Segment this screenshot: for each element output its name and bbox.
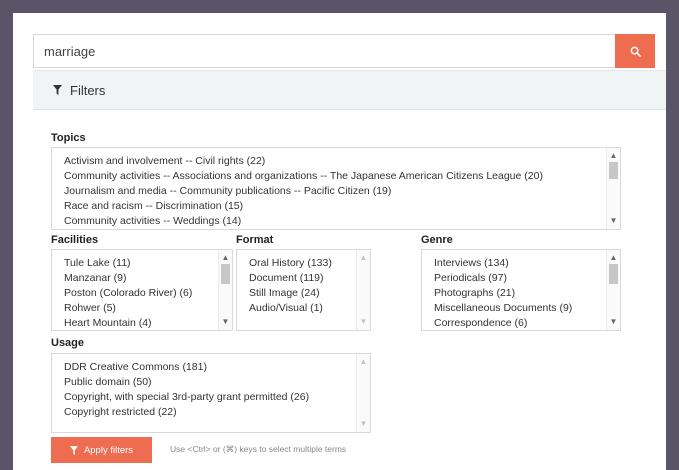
scrollbar-thumb[interactable] — [221, 264, 230, 284]
usage-option[interactable]: Public domain (50) — [64, 375, 370, 390]
genre-label: Genre — [421, 234, 453, 246]
search-icon — [630, 46, 641, 57]
genre-option[interactable]: Correspondence (6) — [434, 316, 620, 330]
multi-select-hint: Use <Ctrl> or (⌘) keys to select multipl… — [170, 444, 347, 454]
scroll-up-icon: ▲ — [359, 253, 368, 262]
usage-label: Usage — [51, 337, 85, 349]
filter-icon — [69, 445, 78, 455]
apply-filters-label: Apply filters — [83, 444, 134, 456]
genre-option[interactable]: Periodicals (97) — [434, 271, 620, 286]
scroll-up-icon[interactable]: ▲ — [607, 252, 620, 264]
scroll-up-icon[interactable]: ▲ — [607, 150, 620, 162]
scroll-down-icon: ▼ — [359, 317, 368, 326]
topics-label: Topics — [51, 132, 86, 144]
scroll-down-icon[interactable]: ▼ — [607, 316, 620, 328]
genre-option[interactable]: Miscellaneous Documents (9) — [434, 301, 620, 316]
filters-title: Filters — [70, 82, 106, 98]
usage-select[interactable]: DDR Creative Commons (181) Public domain… — [51, 353, 371, 433]
topics-select[interactable]: Activism and involvement -- Civil rights… — [51, 147, 621, 230]
usage-scrollbar: ▲ ▼ — [356, 354, 370, 432]
facilities-option[interactable]: Rohwer (5) — [64, 301, 232, 316]
format-option[interactable]: Still Image (24) — [249, 286, 370, 301]
genre-option[interactable]: Interviews (134) — [434, 256, 620, 271]
format-select[interactable]: Oral History (133) Document (119) Still … — [236, 249, 371, 331]
scroll-down-icon[interactable]: ▼ — [607, 215, 620, 227]
topics-option[interactable]: Race and racism -- Discrimination (15) — [64, 199, 620, 214]
format-option[interactable]: Oral History (133) — [249, 256, 370, 271]
genre-option[interactable]: Photographs (21) — [434, 286, 620, 301]
search-input[interactable] — [33, 34, 615, 68]
format-scrollbar: ▲ ▼ — [356, 250, 370, 330]
facilities-option[interactable]: Poston (Colorado River) (6) — [64, 286, 232, 301]
usage-option[interactable]: Copyright, with special 3rd-party grant … — [64, 390, 370, 405]
topics-option[interactable]: Community activities -- Weddings (14) — [64, 214, 620, 229]
search-panel: Filters Topics Activism and involvement … — [13, 13, 666, 470]
scroll-down-icon[interactable]: ▼ — [219, 316, 232, 328]
usage-option[interactable]: DDR Creative Commons (181) — [64, 360, 370, 375]
facilities-scrollbar[interactable]: ▲ ▼ — [218, 250, 232, 330]
facilities-select[interactable]: Tule Lake (11) Manzanar (9) Poston (Colo… — [51, 249, 233, 331]
format-option[interactable]: Audio/Visual (1) — [249, 301, 370, 316]
facilities-option[interactable]: Tule Lake (11) — [64, 256, 232, 271]
filters-toggle[interactable]: Filters — [33, 70, 666, 110]
scrollbar-thumb[interactable] — [609, 264, 618, 284]
format-option[interactable]: Document (119) — [249, 271, 370, 286]
scroll-up-icon: ▲ — [359, 357, 368, 366]
topics-scrollbar[interactable]: ▲ ▼ — [606, 148, 620, 229]
genre-scrollbar[interactable]: ▲ ▼ — [606, 250, 620, 330]
genre-select[interactable]: Interviews (134) Periodicals (97) Photog… — [421, 249, 621, 331]
scroll-up-icon[interactable]: ▲ — [219, 252, 232, 264]
filter-icon — [53, 85, 62, 95]
topics-option[interactable]: Activism and involvement -- Civil rights… — [64, 154, 620, 169]
facilities-label: Facilities — [51, 234, 99, 246]
facilities-option[interactable]: Manzanar (9) — [64, 271, 232, 286]
scroll-down-icon: ▼ — [359, 419, 368, 428]
scrollbar-thumb[interactable] — [609, 162, 618, 179]
search-button[interactable] — [615, 34, 655, 68]
search-row — [33, 34, 655, 68]
apply-filters-button[interactable]: Apply filters — [51, 437, 152, 463]
format-label: Format — [236, 234, 274, 246]
topics-option[interactable]: Community activities -- Associations and… — [64, 169, 620, 184]
topics-option[interactable]: Journalism and media -- Community public… — [64, 184, 620, 199]
facilities-option[interactable]: Heart Mountain (4) — [64, 316, 232, 330]
usage-option[interactable]: Copyright restricted (22) — [64, 405, 370, 420]
